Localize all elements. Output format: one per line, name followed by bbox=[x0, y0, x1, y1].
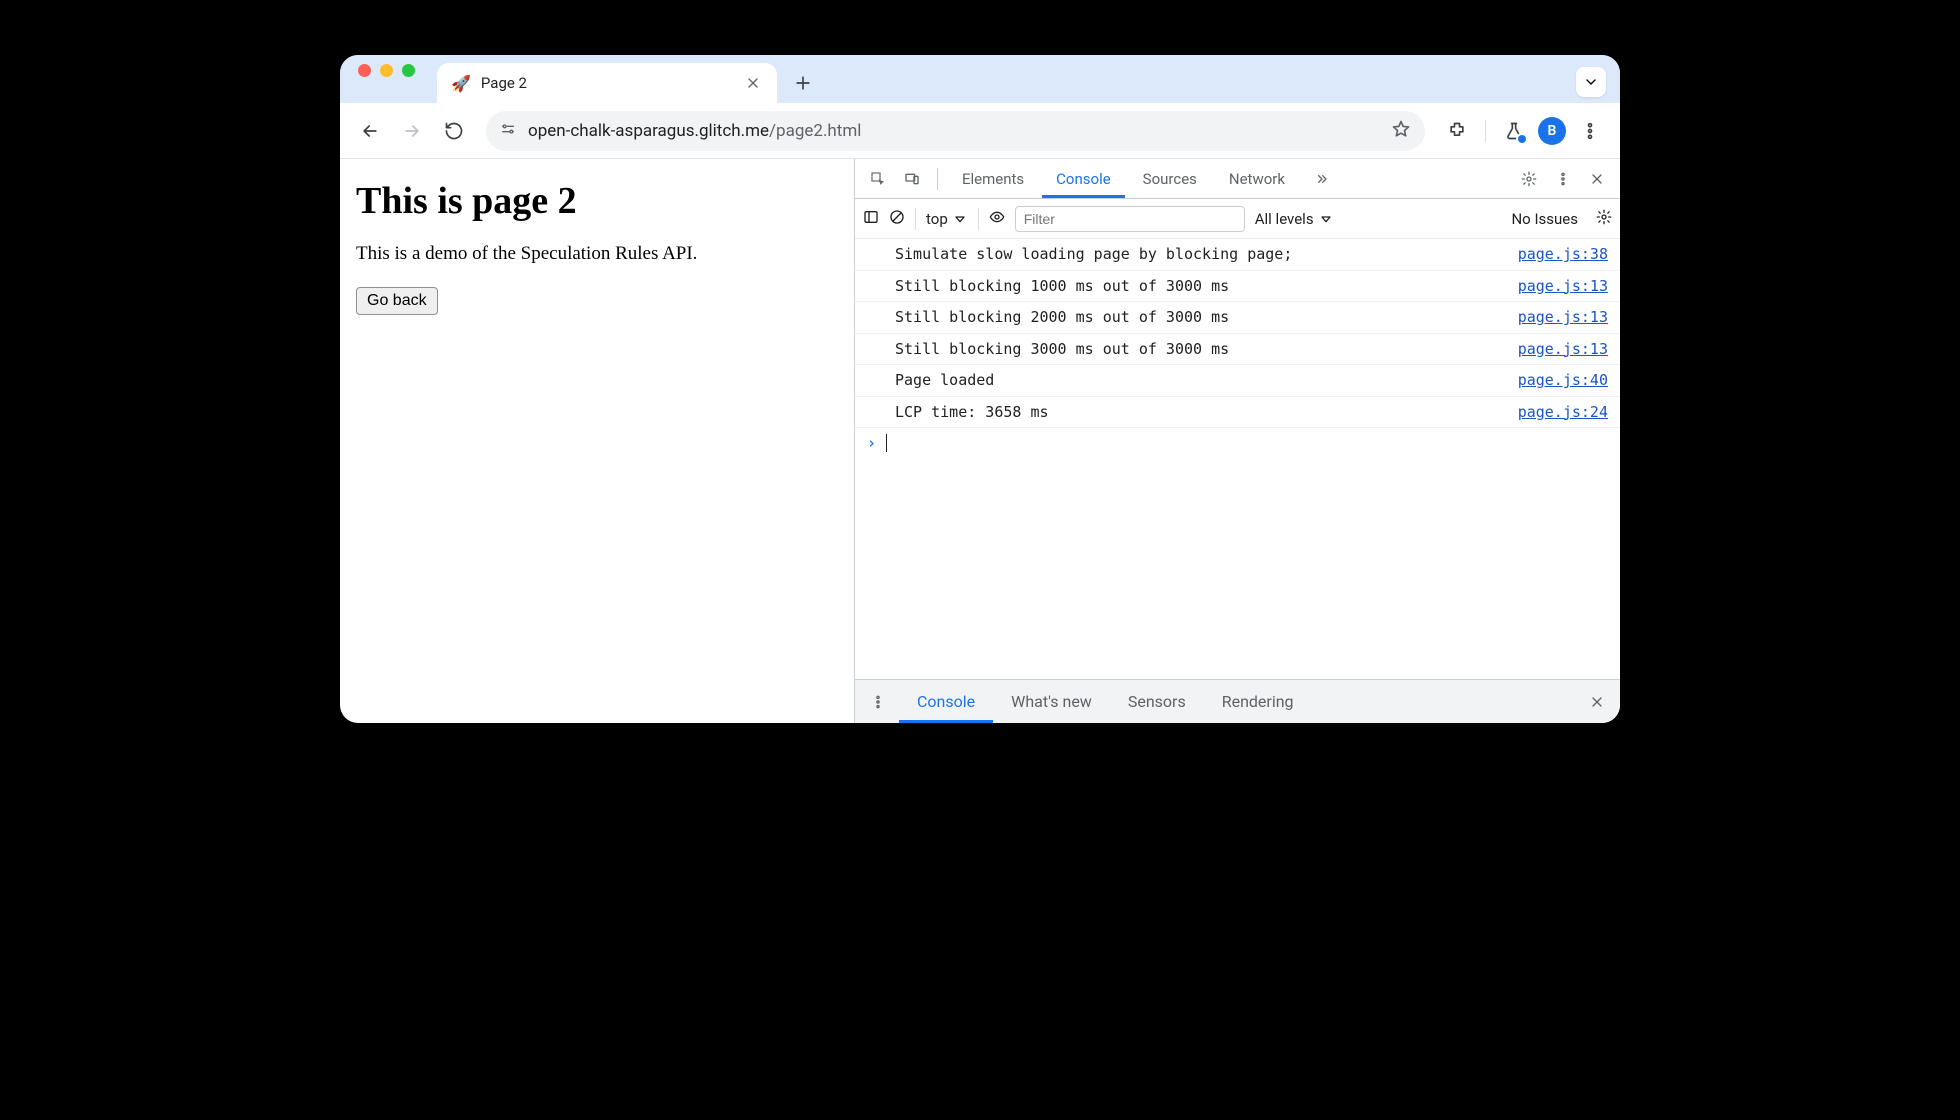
console-log-row: LCP time: 3658 ms page.js:24 bbox=[855, 397, 1620, 429]
experiments-icon[interactable] bbox=[1496, 113, 1532, 149]
console-log-row: Still blocking 1000 ms out of 3000 ms pag… bbox=[855, 271, 1620, 303]
url-host: open-chalk-asparagus.glitch.me bbox=[528, 121, 769, 141]
favicon-icon: 🚀 bbox=[451, 74, 471, 93]
traffic-lights bbox=[358, 55, 415, 103]
site-settings-icon[interactable] bbox=[500, 121, 516, 141]
browser-window: 🚀 Page 2 op bbox=[340, 55, 1620, 723]
log-message: LCP time: 3658 ms bbox=[895, 401, 1502, 424]
tabs-menu-button[interactable] bbox=[1576, 67, 1606, 97]
devtools-settings-icon[interactable] bbox=[1514, 164, 1544, 194]
drawer-menu-icon[interactable] bbox=[863, 687, 893, 717]
issues-label[interactable]: No Issues bbox=[1511, 210, 1578, 228]
forward-button[interactable] bbox=[394, 113, 430, 149]
tab-console[interactable]: Console bbox=[1042, 159, 1125, 198]
device-toolbar-icon[interactable] bbox=[897, 164, 927, 194]
drawer-tab-what-s-new[interactable]: What's new bbox=[993, 680, 1110, 723]
back-button[interactable] bbox=[352, 113, 388, 149]
levels-label: All levels bbox=[1255, 210, 1314, 228]
tab-close-button[interactable] bbox=[743, 73, 763, 93]
browser-tab[interactable]: 🚀 Page 2 bbox=[437, 63, 777, 103]
drawer-tab-sensors[interactable]: Sensors bbox=[1110, 680, 1204, 723]
execution-context-selector[interactable]: top bbox=[926, 210, 968, 228]
log-message: Page loaded bbox=[895, 369, 1502, 392]
tab-title: Page 2 bbox=[481, 74, 527, 92]
text-cursor bbox=[886, 434, 887, 452]
console-toolbar-separator bbox=[915, 208, 916, 230]
profile-avatar[interactable]: B bbox=[1538, 117, 1566, 145]
log-source-link[interactable]: page.js:40 bbox=[1518, 369, 1608, 392]
console-sidebar-toggle-icon[interactable] bbox=[863, 209, 879, 229]
drawer-tab-rendering[interactable]: Rendering bbox=[1204, 680, 1312, 723]
url-text: open-chalk-asparagus.glitch.me/page2.htm… bbox=[528, 121, 861, 141]
log-source-link[interactable]: page.js:13 bbox=[1518, 306, 1608, 329]
more-tabs-icon[interactable] bbox=[1307, 164, 1337, 194]
inspect-element-icon[interactable] bbox=[863, 164, 893, 194]
address-bar[interactable]: open-chalk-asparagus.glitch.me/page2.htm… bbox=[486, 111, 1425, 151]
drawer-close-icon[interactable] bbox=[1582, 687, 1612, 717]
log-message: Still blocking 1000 ms out of 3000 ms bbox=[895, 275, 1502, 298]
live-expression-icon[interactable] bbox=[989, 209, 1005, 229]
devtools-drawer: ConsoleWhat's newSensorsRendering bbox=[855, 679, 1620, 723]
console-settings-icon[interactable] bbox=[1596, 209, 1612, 229]
toolbar-separator bbox=[1485, 120, 1486, 142]
devtools-close-icon[interactable] bbox=[1582, 164, 1612, 194]
console-log-row: Page loaded page.js:40 bbox=[855, 365, 1620, 397]
content-area: This is page 2 This is a demo of the Spe… bbox=[340, 159, 1620, 723]
avatar-letter: B bbox=[1548, 123, 1557, 139]
page-viewport: This is page 2 This is a demo of the Spe… bbox=[340, 159, 854, 723]
log-message: Simulate slow loading page by blocking p… bbox=[895, 243, 1502, 266]
log-message: Still blocking 2000 ms out of 3000 ms bbox=[895, 306, 1502, 329]
console-log-list: Simulate slow loading page by blocking p… bbox=[855, 239, 1620, 679]
drawer-tab-console[interactable]: Console bbox=[899, 680, 993, 723]
log-source-link[interactable]: page.js:13 bbox=[1518, 275, 1608, 298]
reload-button[interactable] bbox=[436, 113, 472, 149]
url-path: /page2.html bbox=[769, 121, 861, 141]
context-label: top bbox=[926, 210, 948, 228]
devtools-panel: Elements Console Sources Network bbox=[854, 159, 1620, 723]
minimize-window-button[interactable] bbox=[380, 64, 393, 77]
browser-toolbar: open-chalk-asparagus.glitch.me/page2.htm… bbox=[340, 103, 1620, 159]
tab-elements[interactable]: Elements bbox=[948, 159, 1038, 198]
prompt-caret-icon: › bbox=[867, 434, 876, 452]
tab-network[interactable]: Network bbox=[1215, 159, 1299, 198]
console-filter-input[interactable] bbox=[1015, 206, 1245, 232]
fullscreen-window-button[interactable] bbox=[402, 64, 415, 77]
devtools-separator bbox=[937, 168, 938, 190]
clear-console-icon[interactable] bbox=[889, 209, 905, 229]
log-source-link[interactable]: page.js:38 bbox=[1518, 243, 1608, 266]
console-toolbar: top All levels No Issues bbox=[855, 199, 1620, 239]
log-message: Still blocking 3000 ms out of 3000 ms bbox=[895, 338, 1502, 361]
extensions-icon[interactable] bbox=[1439, 113, 1475, 149]
tab-sources[interactable]: Sources bbox=[1129, 159, 1211, 198]
log-source-link[interactable]: page.js:24 bbox=[1518, 401, 1608, 424]
tab-strip: 🚀 Page 2 bbox=[340, 55, 1620, 103]
devtools-tabbar: Elements Console Sources Network bbox=[855, 159, 1620, 199]
log-levels-selector[interactable]: All levels bbox=[1255, 210, 1334, 228]
console-toolbar-separator bbox=[978, 208, 979, 230]
new-tab-button[interactable] bbox=[787, 67, 819, 99]
page-paragraph: This is a demo of the Speculation Rules … bbox=[356, 243, 838, 265]
console-log-row: Simulate slow loading page by blocking p… bbox=[855, 239, 1620, 271]
bookmark-icon[interactable] bbox=[1391, 119, 1411, 143]
page-heading: This is page 2 bbox=[356, 179, 838, 223]
close-window-button[interactable] bbox=[358, 64, 371, 77]
console-log-row: Still blocking 2000 ms out of 3000 ms pag… bbox=[855, 302, 1620, 334]
go-back-button[interactable]: Go back bbox=[356, 287, 438, 315]
browser-menu-button[interactable] bbox=[1572, 113, 1608, 149]
devtools-menu-icon[interactable] bbox=[1548, 164, 1578, 194]
console-prompt[interactable]: › bbox=[855, 428, 1620, 458]
console-log-row: Still blocking 3000 ms out of 3000 ms pag… bbox=[855, 334, 1620, 366]
log-source-link[interactable]: page.js:13 bbox=[1518, 338, 1608, 361]
